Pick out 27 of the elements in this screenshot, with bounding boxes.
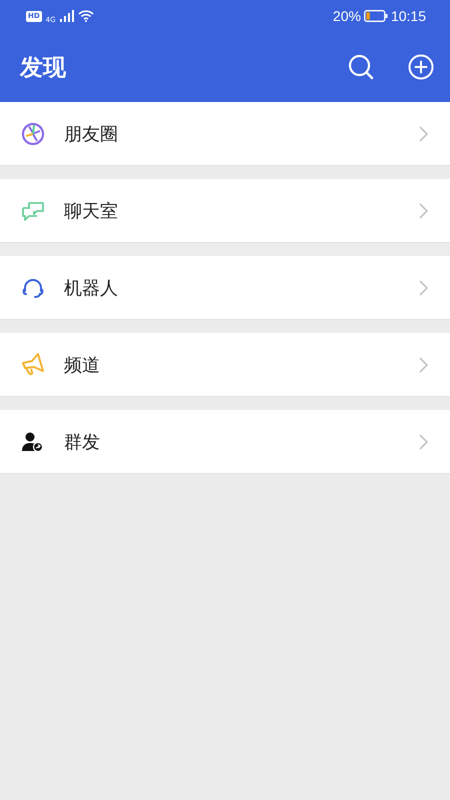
chat-bubbles-icon [21, 200, 45, 222]
clock-time: 10:15 [390, 8, 426, 24]
menu-item[interactable]: 机器人 [0, 256, 450, 320]
aperture-icon [21, 122, 45, 146]
user-share-icon [22, 432, 44, 452]
wifi-icon [78, 10, 94, 22]
search-icon[interactable] [348, 54, 374, 80]
battery-percent: 20% [332, 8, 361, 24]
chevron-icon [419, 434, 428, 450]
item-label: 机器人 [64, 276, 119, 300]
chevron-icon [419, 202, 428, 218]
item-label: 群发 [64, 430, 101, 454]
menu-item[interactable]: 聊天室 [0, 179, 450, 243]
menu-item[interactable]: 朋友圈 [0, 102, 450, 166]
menu-item[interactable]: 频道 [0, 333, 450, 397]
item-label: 聊天室 [64, 200, 119, 222]
add-icon[interactable] [408, 54, 434, 80]
item-label: 朋友圈 [64, 122, 119, 146]
menu-item[interactable]: 群发 [0, 410, 450, 474]
battery-icon [364, 10, 388, 22]
chevron-icon [419, 280, 428, 296]
megaphone-icon [20, 352, 46, 376]
chevron-icon [419, 126, 428, 142]
item-label: 频道 [64, 354, 101, 376]
signal-icon [60, 10, 74, 22]
chevron-icon [419, 356, 428, 372]
page-title: 发现 [20, 54, 66, 82]
